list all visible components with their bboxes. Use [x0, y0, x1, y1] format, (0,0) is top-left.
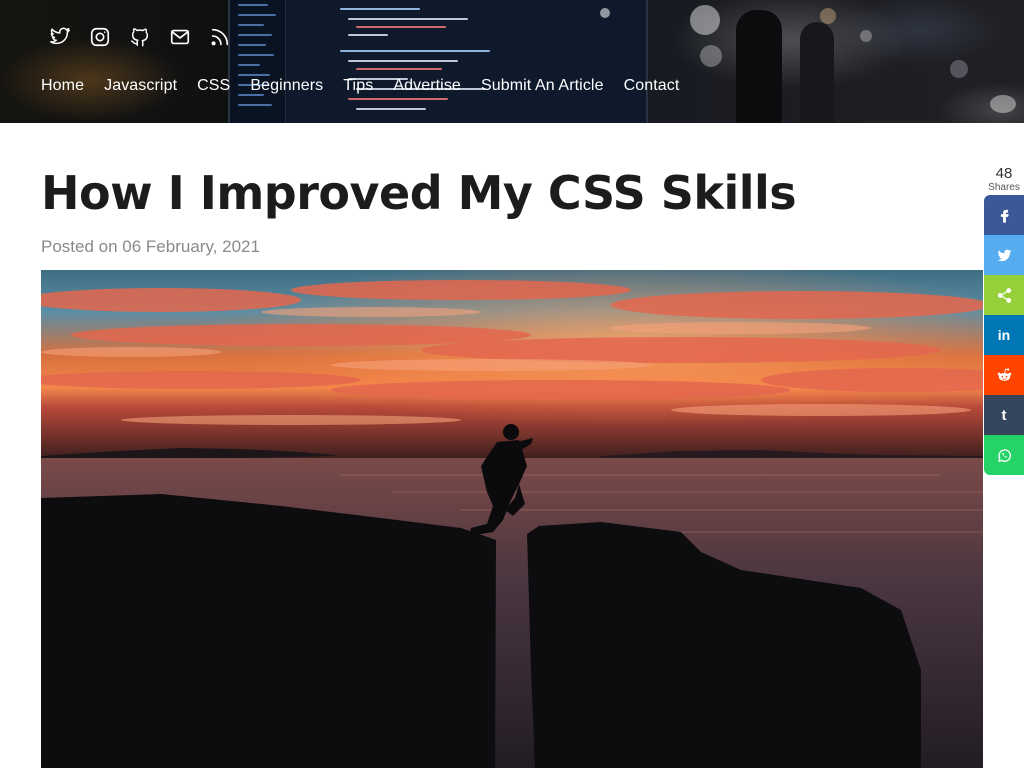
instagram-icon[interactable] — [89, 26, 111, 48]
linkedin-icon: in — [997, 327, 1011, 343]
nav-item-css[interactable]: CSS — [197, 76, 230, 96]
nav-item-tips[interactable]: Tips — [343, 76, 373, 96]
nav-item-contact[interactable]: Contact — [624, 76, 680, 96]
facebook-icon — [1000, 209, 1009, 223]
bokeh-light — [860, 30, 872, 42]
hero-image — [41, 270, 983, 768]
share-icon — [997, 287, 1011, 303]
bokeh-light — [700, 45, 722, 67]
share-generic-button[interactable] — [984, 275, 1024, 315]
silhouette-person — [800, 22, 834, 123]
twitter-icon — [996, 249, 1012, 261]
share-count: 48 Shares — [984, 166, 1024, 194]
nav-item-submit-article[interactable]: Submit An Article — [481, 76, 604, 96]
laptop-screen-background — [228, 0, 648, 123]
share-count-label: Shares — [988, 182, 1020, 193]
social-links — [49, 26, 231, 48]
bokeh-light — [600, 8, 610, 18]
site-header: Home Javascript CSS Beginners Tips Adver… — [0, 0, 1024, 123]
reddit-icon — [997, 367, 1011, 381]
share-twitter-button[interactable] — [984, 235, 1024, 275]
mail-icon[interactable] — [169, 26, 191, 48]
share-tumblr-button[interactable]: t — [984, 395, 1024, 435]
main-nav: Home Javascript CSS Beginners Tips Adver… — [41, 76, 679, 96]
nav-item-advertise[interactable]: Advertise — [393, 76, 461, 96]
share-facebook-button[interactable] — [984, 195, 1024, 235]
bokeh-light — [950, 60, 968, 78]
tumblr-icon: t — [1001, 406, 1007, 424]
bokeh-light — [820, 8, 836, 24]
whatsapp-icon — [997, 448, 1011, 462]
silhouette-person — [736, 10, 782, 123]
share-linkedin-button[interactable]: in — [984, 315, 1024, 355]
share-reddit-button[interactable] — [984, 355, 1024, 395]
nav-item-javascript[interactable]: Javascript — [104, 76, 177, 96]
nav-item-home[interactable]: Home — [41, 76, 84, 96]
share-rail: in t — [984, 195, 1024, 475]
nav-item-beginners[interactable]: Beginners — [250, 76, 323, 96]
twitter-icon[interactable] — [49, 26, 71, 48]
share-whatsapp-button[interactable] — [984, 435, 1024, 475]
bokeh-light — [690, 5, 720, 35]
bokeh-light — [990, 95, 1016, 113]
rss-icon[interactable] — [209, 26, 231, 48]
share-count-number: 48 — [995, 165, 1013, 182]
post-date: Posted on 06 February, 2021 — [41, 237, 260, 256]
github-icon[interactable] — [129, 26, 151, 48]
article-title: How I Improved My CSS Skills — [41, 166, 797, 220]
